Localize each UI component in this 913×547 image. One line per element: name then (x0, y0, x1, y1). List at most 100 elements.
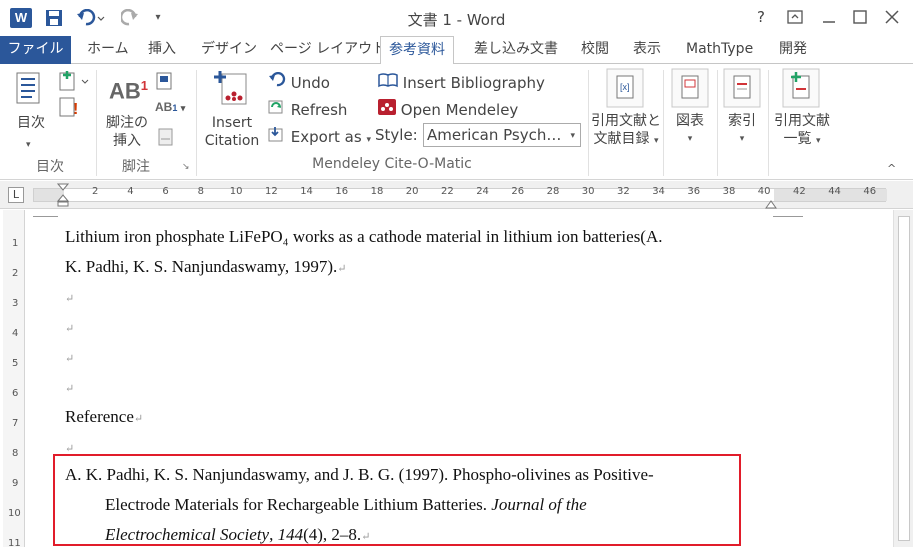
ruler-number: 16 (335, 186, 349, 197)
mendeley-export-as-button[interactable]: Export as ▾ (268, 126, 371, 146)
first-line-indent-marker[interactable] (56, 183, 70, 211)
mendeley-refresh-label: Refresh (290, 101, 348, 119)
ruler-number: 20 (405, 186, 419, 197)
reference-heading[interactable]: Reference↵ (65, 407, 143, 427)
insert-citation-button[interactable]: Insert Citation (202, 114, 262, 150)
table-of-authorities-button[interactable]: 引用文献 一覧 ▾ (769, 112, 835, 150)
ruler-number: 46 (863, 186, 877, 197)
insert-citation-line2: Citation (204, 133, 260, 149)
insert-footnote-icon[interactable]: AB1 (109, 78, 148, 104)
captions-icon[interactable] (671, 68, 709, 112)
ribbon-tabs: ファイル ホーム 挿入 デザイン ページ レイアウト 参考資料 差し込み文書 校… (0, 36, 913, 65)
bibliography-entry-line-3[interactable]: Electrochemical Society, 144(4), 2–8.↵ (105, 525, 370, 545)
ruler-number: 10 (229, 186, 243, 197)
paragraph-1-line-2-text: K. Padhi, K. S. Nanjundaswamy, 1997). (65, 257, 338, 276)
tab-page-layout[interactable]: ページ レイアウト (262, 36, 394, 64)
vertical-ruler-number: 5 (12, 358, 19, 369)
footnote-label-line1: 脚注の (106, 115, 148, 131)
citations-bibliography-button[interactable]: 引用文献と 文献目録 ▾ (590, 112, 662, 150)
show-notes-icon[interactable] (158, 128, 174, 150)
insert-footnote-button[interactable]: 脚注の 挿入 (104, 114, 150, 150)
maximize-icon[interactable] (843, 4, 877, 30)
insert-citation-line1: Insert (211, 115, 253, 131)
index-icon[interactable] (723, 68, 761, 112)
footnote-dialog-launcher-icon[interactable]: ↘ (182, 162, 190, 172)
vertical-ruler-number: 6 (12, 388, 19, 399)
open-mendeley-button[interactable]: Open Mendeley (378, 99, 518, 119)
ruler-number: 38 (722, 186, 736, 197)
tab-review[interactable]: 校閲 (573, 36, 617, 64)
ruler-number: 14 (300, 186, 313, 197)
ruler-number: 24 (476, 186, 489, 197)
toc-group-label: 目次 (36, 159, 64, 175)
bibliography-entry-line-2-text: Electrode Materials for Rechargeable Lit… (105, 495, 492, 514)
paragraph-1-line-1-text: Lithium iron phosphate LiFePO₄ works as … (65, 227, 663, 246)
empty-paragraph[interactable]: ↵ (65, 347, 74, 367)
title-bar: W ▾ 文書 1 - Word ? (0, 0, 913, 36)
insert-bibliography-button[interactable]: Insert Bibliography (378, 72, 545, 92)
minimize-icon[interactable] (812, 4, 846, 30)
tab-design[interactable]: デザイン (193, 36, 265, 64)
horizontal-ruler[interactable]: L 2 4 6 8 10 12 14 16 18 20 22 24 26 28 30 32 34 36 38 40 42… (0, 181, 913, 209)
journal-name-part-1: Journal of the (491, 495, 587, 514)
toc-button[interactable]: 目次 (14, 114, 48, 132)
paragraph-mark: ↵ (337, 263, 347, 275)
tab-references[interactable]: 参考資料 (380, 36, 454, 65)
close-icon[interactable] (875, 4, 909, 30)
ruler-number: 22 (441, 186, 454, 197)
empty-paragraph[interactable]: ↵ (65, 377, 74, 397)
table-of-contents-icon[interactable] (14, 72, 44, 110)
bibliography-entry-line-1[interactable]: A. K. Padhi, K. S. Nanjundaswamy, and J.… (65, 465, 654, 485)
journal-name-part-2: Electrochemical Society (105, 525, 270, 544)
paragraph-mark: ↵ (361, 531, 371, 543)
tab-file[interactable]: ファイル (0, 36, 71, 64)
tab-view[interactable]: 表示 (625, 36, 669, 64)
ruler-number: 44 (828, 186, 841, 197)
ruler-number: 26 (511, 186, 525, 197)
next-footnote-icon[interactable]: AB1 ▾ (155, 100, 185, 114)
scrollbar-thumb[interactable] (898, 216, 910, 541)
paragraph-1-line-1[interactable]: Lithium iron phosphate LiFePO₄ works as … (65, 227, 663, 247)
tab-mailings[interactable]: 差し込み文書 (466, 36, 566, 64)
toc-dropdown-icon[interactable]: ▾ (26, 134, 31, 154)
update-table-icon[interactable]: ! (56, 96, 80, 122)
tab-insert[interactable]: 挿入 (140, 36, 184, 64)
chevron-down-icon: ▾ (570, 131, 575, 141)
empty-paragraph[interactable]: ↵ (65, 287, 74, 307)
group-separator (663, 70, 664, 176)
add-text-icon[interactable] (56, 70, 90, 96)
insert-citation-icon[interactable] (214, 70, 250, 110)
citation-style-value: American Psych… (427, 126, 562, 144)
insert-endnote-icon[interactable] (156, 72, 176, 94)
tab-selector-icon[interactable]: L (8, 187, 24, 203)
ruler-number: 2 (92, 186, 99, 197)
index-button[interactable]: 索引 ▾ (722, 112, 762, 148)
reference-heading-text: Reference (65, 407, 134, 426)
vertical-scrollbar[interactable] (893, 210, 913, 547)
tab-mathtype[interactable]: MathType (678, 36, 761, 64)
vertical-ruler-number: 10 (8, 508, 21, 519)
citation-style-select[interactable]: American Psych… ▾ (423, 123, 581, 147)
empty-paragraph[interactable]: ↵ (65, 317, 74, 337)
captions-button[interactable]: 図表 ▾ (670, 112, 710, 148)
ruler-number: 36 (687, 186, 701, 197)
table-of-authorities-icon[interactable] (782, 68, 820, 112)
help-button[interactable]: ? (744, 4, 778, 30)
document-area[interactable]: 1 2 3 4 5 6 7 8 9 10 11 Lithium iron phosphate LiF… (0, 210, 913, 547)
footnote-group-label: 脚注 (122, 159, 150, 175)
vertical-ruler-number: 2 (12, 268, 19, 279)
collapse-ribbon-icon[interactable]: ^ (887, 162, 896, 175)
open-mendeley-label: Open Mendeley (400, 101, 519, 119)
tab-developer[interactable]: 開発 (771, 36, 815, 64)
bibliography-entry-line-2[interactable]: Electrode Materials for Rechargeable Lit… (105, 495, 587, 515)
paragraph-mark: ↵ (65, 353, 75, 365)
mendeley-undo-button[interactable]: Undo (268, 71, 330, 92)
paragraph-1-line-2[interactable]: K. Padhi, K. S. Nanjundaswamy, 1997).↵ (65, 257, 347, 277)
mendeley-refresh-button[interactable]: Refresh (268, 99, 347, 119)
ribbon-display-options-icon[interactable] (778, 4, 812, 30)
citations-bibliography-icon[interactable]: [x] (606, 68, 644, 112)
ruler-number: 42 (793, 186, 806, 197)
vertical-ruler-number: 9 (12, 478, 19, 489)
bibliography-entry-line-1-text: A. K. Padhi, K. S. Nanjundaswamy, and J.… (65, 465, 654, 484)
tab-home[interactable]: ホーム (79, 36, 137, 64)
